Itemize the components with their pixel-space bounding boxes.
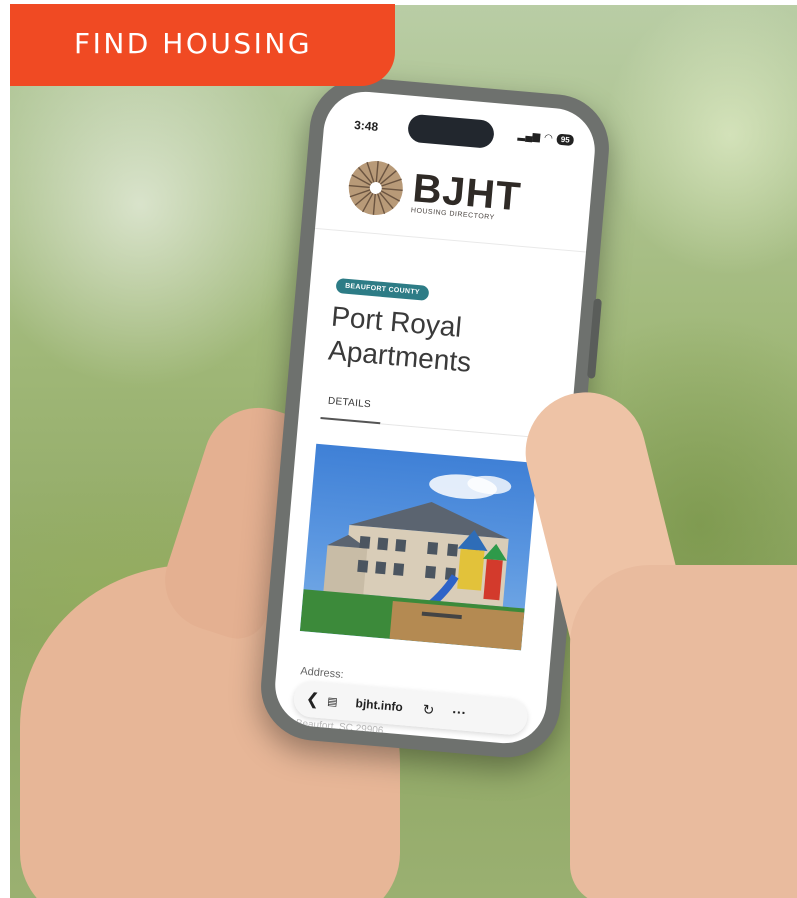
- find-housing-label: FIND HOUSING: [74, 27, 313, 60]
- header-divider: [314, 227, 587, 253]
- chevron-left-icon[interactable]: ❮: [305, 689, 320, 710]
- address-label: Address:: [299, 665, 345, 681]
- tab-active-indicator: [320, 417, 381, 425]
- apartment-photo[interactable]: [299, 443, 538, 651]
- background-photo: 3:48 ▂▄▆ ◠ 95 BJHT HOUSING DIRECTORY BEA…: [10, 5, 797, 898]
- dynamic-island: [406, 113, 496, 150]
- find-housing-banner[interactable]: FIND HOUSING: [10, 4, 395, 86]
- logo-sunburst-icon: [348, 160, 403, 215]
- logo-text: BJHT HOUSING DIRECTORY: [411, 166, 523, 223]
- bjht-logo[interactable]: BJHT HOUSING DIRECTORY: [344, 157, 523, 230]
- right-hand: [570, 565, 797, 898]
- more-dots-icon[interactable]: ···: [452, 704, 467, 721]
- tab-details[interactable]: DETAILS: [328, 396, 372, 411]
- tabs-icon[interactable]: ▤: [327, 694, 338, 708]
- url-field[interactable]: bjht.info: [355, 696, 403, 714]
- phone-side-button: [587, 298, 602, 379]
- status-time: 3:48: [353, 117, 379, 134]
- wifi-icon: ◠: [543, 132, 554, 145]
- listing-title: Port Royal Apartments: [327, 300, 562, 388]
- battery-indicator: 95: [556, 133, 575, 147]
- reload-icon[interactable]: ↻: [422, 701, 435, 719]
- county-badge: BEAUFORT COUNTY: [335, 277, 430, 301]
- apartment-illustration: [299, 474, 525, 651]
- status-icons: ▂▄▆ ◠ 95: [517, 130, 575, 147]
- signal-icon: ▂▄▆: [517, 130, 541, 144]
